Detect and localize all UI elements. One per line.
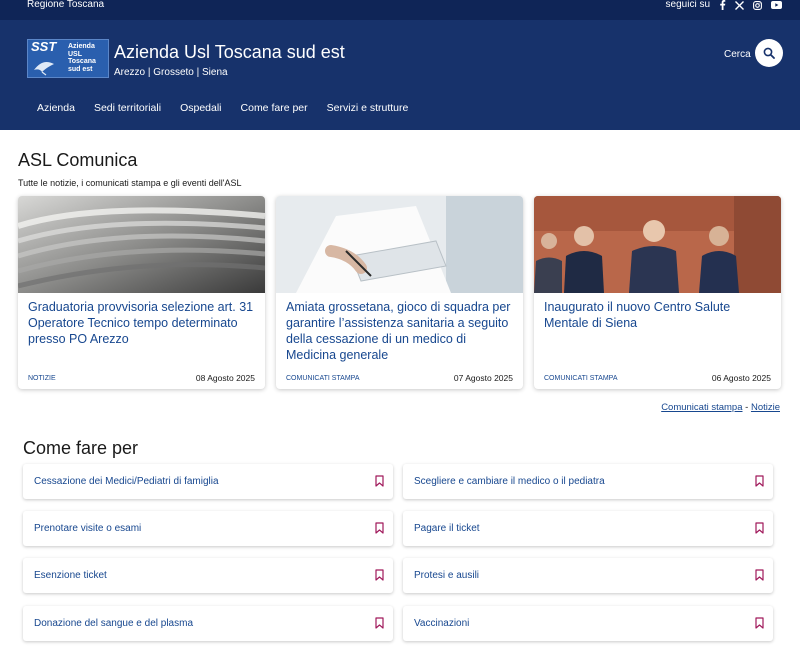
top-bar: Regione Toscana seguici su [0, 0, 800, 20]
howto-card-label: Cessazione dei Medici/Pediatri di famigl… [34, 476, 219, 487]
nav-item-azienda[interactable]: Azienda [37, 102, 75, 114]
howto-card-label: Prenotare visite o esami [34, 523, 142, 534]
x-icon[interactable] [735, 0, 744, 10]
news-card-date: 07 Agosto 2025 [453, 373, 513, 383]
site-subtitle: Arezzo | Grosseto | Siena [114, 67, 228, 78]
logo-text: Azienda USL Toscana sud est [68, 43, 96, 73]
follow-label: seguici su [665, 0, 710, 10]
bookmark-icon [375, 475, 384, 487]
bookmark-icon [755, 569, 764, 581]
bookmark-icon [375, 569, 384, 581]
news-card-category[interactable]: COMUNICATI STAMPA [286, 375, 360, 383]
instagram-icon[interactable] [753, 0, 762, 10]
news-image-newspapers [18, 196, 265, 293]
howto-card[interactable]: Vaccinazioni [403, 606, 773, 641]
howto-card[interactable]: Donazione del sangue e del plasma [23, 606, 393, 641]
howto-card[interactable]: Prenotare visite o esami [23, 511, 393, 546]
search-button[interactable] [755, 39, 783, 67]
nav-item-servizi-e-strutture[interactable]: Servizi e strutture [327, 102, 409, 114]
howto-card-label: Donazione del sangue e del plasma [34, 618, 193, 629]
site-header: SST Azienda USL Toscana sud est Azienda … [0, 20, 800, 130]
howto-card[interactable]: Pagare il ticket [403, 511, 773, 546]
region-link[interactable]: Regione Toscana [27, 0, 104, 10]
bookmark-icon [755, 522, 764, 534]
howto-card[interactable]: Esenzione ticket [23, 558, 393, 593]
howto-card[interactable]: Protesi e ausili [403, 558, 773, 593]
logo-bird-icon [34, 62, 54, 76]
logo-sst-text: SST [31, 39, 57, 54]
howto-card-label: Vaccinazioni [414, 618, 470, 629]
main-nav: Azienda Sedi territoriali Ospedali Come … [37, 102, 427, 114]
news-image-inauguration [534, 196, 781, 293]
nav-item-come-fare-per[interactable]: Come fare per [241, 102, 308, 114]
news-card-title[interactable]: Amiata grossetana, gioco di squadra per … [286, 299, 518, 363]
howto-card-label: Scegliere e cambiare il medico o il pedi… [414, 476, 605, 487]
news-card-date: 06 Agosto 2025 [711, 373, 771, 383]
bookmark-icon [375, 522, 384, 534]
news-link[interactable]: Notizie [751, 402, 780, 413]
nav-item-ospedali[interactable]: Ospedali [180, 102, 221, 114]
howto-card-label: Pagare il ticket [414, 523, 480, 534]
howto-section-title: Come fare per [23, 438, 139, 458]
press-releases-link[interactable]: Comunicati stampa [661, 402, 742, 413]
news-card[interactable]: Inaugurato il nuovo Centro Salute Mental… [534, 196, 781, 389]
news-card-title[interactable]: Inaugurato il nuovo Centro Salute Mental… [544, 299, 776, 331]
social-links: seguici su [666, 0, 782, 10]
facebook-icon[interactable] [719, 0, 726, 10]
bookmark-icon [375, 617, 384, 629]
howto-card-label: Esenzione ticket [34, 570, 107, 581]
news-section-subtitle: Tutte le notizie, i comunicati stampa e … [18, 178, 242, 188]
news-card-date: 08 Agosto 2025 [195, 373, 255, 383]
bookmark-icon [755, 475, 764, 487]
news-card[interactable]: Graduatoria provvisoria selezione art. 3… [18, 196, 265, 389]
bookmark-icon [755, 617, 764, 629]
news-card-title[interactable]: Graduatoria provvisoria selezione art. 3… [28, 299, 260, 347]
howto-card[interactable]: Scegliere e cambiare il medico o il pedi… [403, 464, 773, 499]
search-label: Cerca [724, 49, 751, 60]
news-card[interactable]: Amiata grossetana, gioco di squadra per … [276, 196, 523, 389]
youtube-icon[interactable] [771, 1, 782, 9]
news-card-category[interactable]: NOTIZIE [28, 375, 56, 383]
howto-card[interactable]: Cessazione dei Medici/Pediatri di famigl… [23, 464, 393, 499]
links-separator: - [745, 402, 749, 413]
news-card-category[interactable]: COMUNICATI STAMPA [544, 375, 618, 383]
asl-logo[interactable]: SST Azienda USL Toscana sud est [27, 39, 109, 78]
nav-item-sedi-territoriali[interactable]: Sedi territoriali [94, 102, 161, 114]
news-image-doctor-writing [276, 196, 523, 293]
news-section-title: ASL Comunica [18, 150, 138, 170]
news-links: Comunicati stampa - Notizie [661, 402, 780, 413]
howto-card-label: Protesi e ausili [414, 570, 480, 581]
search-icon [763, 47, 775, 59]
site-title[interactable]: Azienda Usl Toscana sud est [114, 42, 345, 62]
